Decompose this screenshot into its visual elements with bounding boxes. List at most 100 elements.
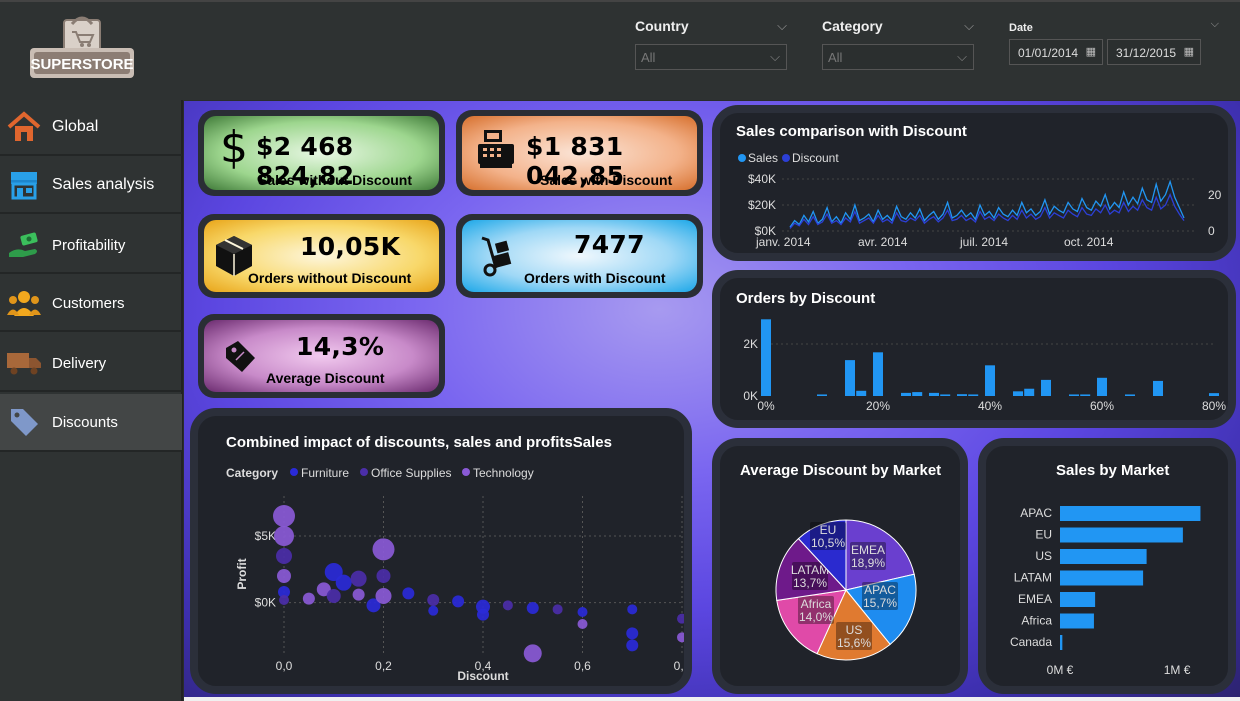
bar xyxy=(845,360,855,396)
scatter-point xyxy=(274,526,294,546)
kpi-sales-with-discount: $1 831 042,85 Sales with Discount xyxy=(456,110,703,196)
bar xyxy=(856,390,867,396)
bar xyxy=(1069,394,1079,396)
bar xyxy=(968,394,979,396)
sidebar-item-profitability[interactable]: Profitability xyxy=(0,218,182,274)
sales-by-market-chart[interactable]: APAC EU US LATAM EMEA Africa Canada 0M € 1M € xyxy=(986,446,1228,686)
dollar-icon: $ xyxy=(220,122,248,173)
end-date-input[interactable]: 31/12/2015 ▦ xyxy=(1107,39,1201,65)
bar xyxy=(1125,394,1135,396)
y-tick-label: Canada xyxy=(1010,635,1052,649)
bar xyxy=(1060,506,1201,521)
chevron-down-icon[interactable]: ⌵ xyxy=(1211,18,1219,31)
sidebar-item-label: Discounts xyxy=(52,413,118,431)
legend-label-sales: Sales xyxy=(748,151,778,165)
scatter-point xyxy=(626,627,639,640)
bar xyxy=(1097,377,1107,396)
sidebar-nav: Global Sales analysis Profitability Cust… xyxy=(0,100,183,701)
pie-value-label: 15,7% xyxy=(863,596,897,610)
x-tick-label: 0,8 xyxy=(674,659,684,673)
sidebar-item-discounts[interactable]: Discounts xyxy=(0,394,182,452)
hand-truck-icon xyxy=(481,236,512,277)
tag-icon xyxy=(6,404,42,440)
scatter-point xyxy=(428,605,439,616)
category-dropdown[interactable]: All ⌵ xyxy=(822,44,974,70)
y-axis-label: Profit xyxy=(235,558,249,589)
country-dropdown-value: All xyxy=(641,50,656,65)
sidebar-item-sales-analysis[interactable]: Sales analysis xyxy=(0,158,182,214)
scatter-point xyxy=(376,569,391,583)
sidebar-item-customers[interactable]: Customers xyxy=(0,276,182,332)
bar xyxy=(1024,388,1035,396)
x-tick-label: 0,2 xyxy=(375,659,392,673)
category-filter: Category ⌵ All ⌵ xyxy=(822,18,974,70)
pie-value-label: 14,0% xyxy=(799,610,833,624)
pie-label: EU xyxy=(820,523,837,537)
scatter-point xyxy=(279,595,289,605)
avg-discount-market-chart[interactable]: EMEA18,9%APAC15,7%US15,6%Africa14,0%LATA… xyxy=(720,446,960,686)
x-tick-label: 0% xyxy=(757,399,775,413)
legend-dot-office-supplies xyxy=(360,468,368,476)
scatter-point xyxy=(577,619,588,629)
scatter-point xyxy=(302,592,315,605)
y-tick-label: $0K xyxy=(255,596,276,610)
pie-value-label: 18,9% xyxy=(851,556,885,570)
kpi-label: Sales with Discount xyxy=(540,172,673,188)
calendar-icon[interactable]: ▦ xyxy=(1184,45,1194,58)
superstore-logo: SUPERSTORE xyxy=(30,16,134,78)
legend-dot-discount xyxy=(782,154,790,162)
scatter-point xyxy=(350,570,367,587)
calendar-icon[interactable]: ▦ xyxy=(1086,45,1096,58)
date-filter-label: Date xyxy=(1009,22,1033,34)
combined-impact-chart[interactable]: Category Furniture Office Supplies Techn… xyxy=(198,416,684,686)
x-tick-label: oct. 2014 xyxy=(1064,235,1114,249)
chevron-down-icon[interactable]: ⌵ xyxy=(777,18,787,34)
pie-value-label: 13,7% xyxy=(793,576,827,590)
avg-discount-market-panel: Average Discount by Market EMEA 18,9% APAC… xyxy=(712,438,968,694)
pie-label: APAC xyxy=(864,583,896,597)
scatter-point xyxy=(452,595,465,608)
y-tick-label: EU xyxy=(1035,528,1052,542)
bar xyxy=(1153,380,1163,396)
start-date-input[interactable]: 01/01/2014 ▦ xyxy=(1009,39,1103,65)
sales-comparison-chart[interactable]: Sales Discount $0K$20K$40K020janv. 2014 a… xyxy=(720,113,1228,253)
home-icon xyxy=(6,109,42,145)
bar xyxy=(940,394,951,396)
country-dropdown[interactable]: All ⌵ xyxy=(635,44,787,70)
series-line-discount xyxy=(789,192,1185,229)
kpi-orders-with-discount: 7477 Orders with Discount xyxy=(456,214,703,298)
legend-label-furniture: Furniture xyxy=(301,466,349,480)
end-date-value: 31/12/2015 xyxy=(1116,46,1177,60)
chevron-down-icon[interactable]: ⌵ xyxy=(964,18,974,34)
bar xyxy=(929,392,939,396)
sidebar-item-delivery[interactable]: Delivery xyxy=(0,336,182,392)
sidebar-item-global[interactable]: Global xyxy=(0,100,182,156)
x-tick-label: 60% xyxy=(1090,399,1114,413)
scatter-point xyxy=(375,588,392,604)
orders-by-discount-chart[interactable]: 0K 2K 0% 20% 40% 60% 80% xyxy=(720,278,1228,420)
scatter-point xyxy=(326,589,341,603)
scatter-point xyxy=(273,505,295,527)
scatter-point xyxy=(552,604,563,615)
chevron-down-icon: ⌵ xyxy=(957,49,967,64)
x-tick-label: 0,0 xyxy=(276,659,293,673)
scatter-point xyxy=(502,600,513,611)
y-tick-label: EMEA xyxy=(1018,592,1052,606)
bar xyxy=(912,392,923,396)
cash-register-icon xyxy=(478,130,514,168)
y2-tick-label: 20 xyxy=(1208,188,1222,202)
legend-label-office-supplies: Office Supplies xyxy=(371,466,452,480)
y-tick-label: 2K xyxy=(743,337,758,351)
legend-dot-sales xyxy=(738,154,746,162)
scatter-point xyxy=(677,632,684,643)
kpi-orders-without-discount: 10,05K Orders without Discount xyxy=(198,214,445,298)
bar xyxy=(1060,635,1063,650)
sidebar-item-label: Global xyxy=(52,118,99,135)
pie-value-label: 10,5% xyxy=(811,536,845,550)
scatter-point xyxy=(372,538,395,561)
pie-label: EMEA xyxy=(851,543,885,557)
combined-impact-panel: Combined impact of discounts, sales and … xyxy=(190,408,692,694)
category-filter-label: Category xyxy=(822,18,883,34)
bar xyxy=(873,352,883,396)
scatter-point xyxy=(427,594,440,606)
